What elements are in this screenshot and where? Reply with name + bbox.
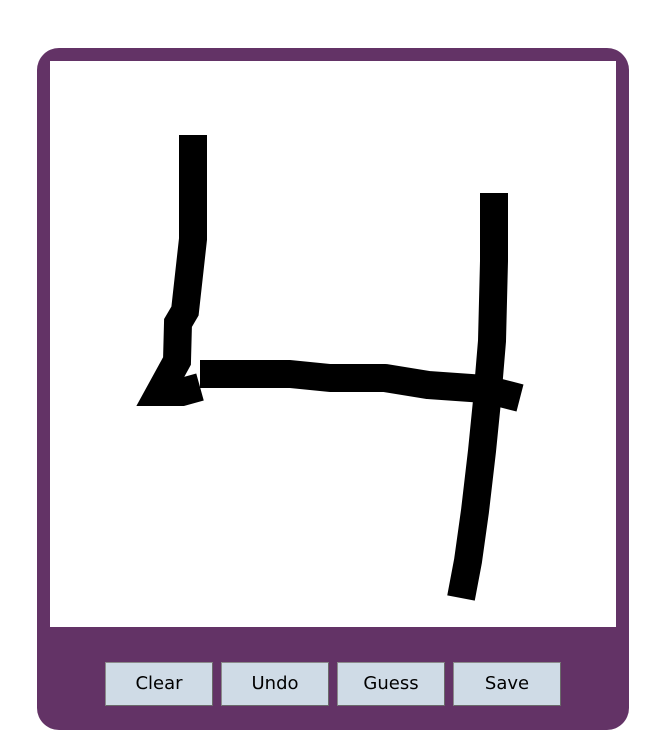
button-toolbar: Clear Undo Guess Save [105, 662, 565, 708]
stroke-left-vertical [136, 135, 207, 406]
drawn-digit-strokes [136, 135, 524, 601]
drawing-app-frame: Clear Undo Guess Save [37, 48, 629, 730]
undo-button[interactable]: Undo [221, 662, 329, 706]
drawing-canvas[interactable] [50, 61, 616, 627]
guess-button[interactable]: Guess [337, 662, 445, 706]
save-button[interactable]: Save [453, 662, 561, 706]
clear-button[interactable]: Clear [105, 662, 213, 706]
stroke-horizontal [200, 360, 524, 412]
